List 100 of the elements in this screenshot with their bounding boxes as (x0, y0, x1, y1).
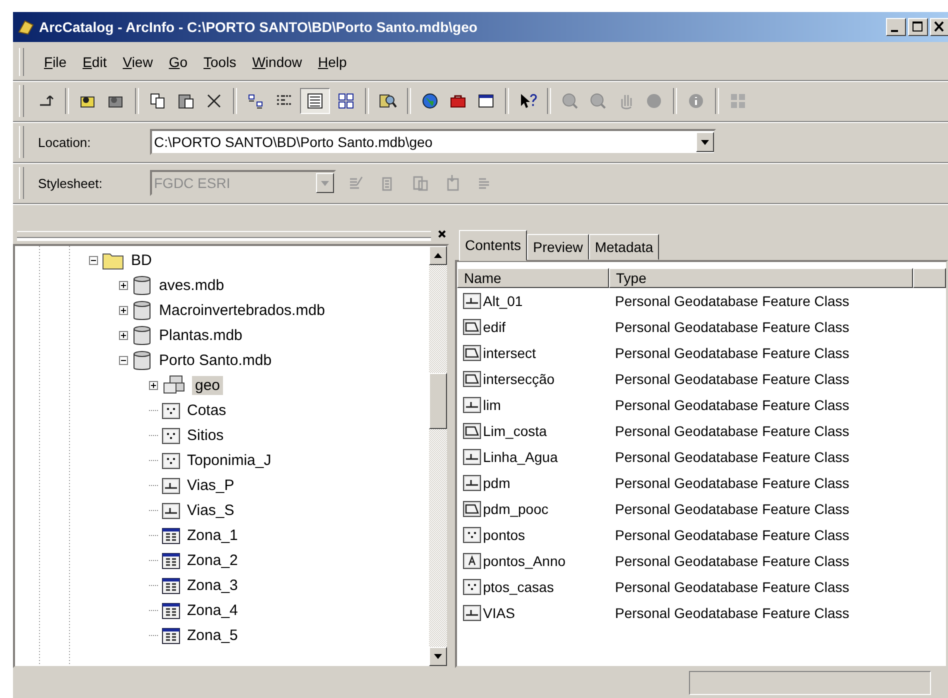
dropdown-button[interactable] (696, 132, 714, 152)
item-name[interactable]: pdm_pooc (483, 501, 548, 517)
tree-item[interactable]: Toponimia_J (184, 451, 274, 470)
menu-item[interactable]: Help (316, 52, 349, 72)
item-name[interactable]: Linha_Agua (483, 449, 558, 465)
minimize-icon[interactable] (886, 18, 906, 36)
tree-item[interactable]: Zona_5 (184, 626, 241, 645)
tree-item[interactable]: Zona_3 (184, 576, 241, 595)
item-name[interactable]: pontos_Anno (483, 553, 566, 569)
item-name[interactable]: intersect (483, 345, 536, 361)
table-icon (162, 578, 180, 594)
item-name[interactable]: edif (483, 319, 506, 335)
tree-item[interactable]: Vias_S (184, 501, 238, 520)
column-header[interactable] (913, 268, 946, 288)
location-combobox[interactable]: C:\PORTO SANTO\BD\Porto Santo.mdb\geo (150, 129, 716, 155)
item-name[interactable]: ptos_casas (483, 579, 554, 595)
table-cell: Personal Geodatabase Feature Class (615, 501, 850, 517)
polygon-layer-icon (463, 319, 481, 335)
scroll-up-icon (434, 253, 442, 258)
menu-item[interactable]: View (120, 52, 155, 72)
tree-item[interactable]: BD (128, 251, 155, 270)
maximize-icon[interactable] (908, 18, 928, 36)
table-cell: Personal Geodatabase Feature Class (615, 605, 850, 621)
table-cell: Personal Geodatabase Feature Class (615, 553, 850, 569)
info-icon[interactable] (686, 91, 706, 111)
item-name[interactable]: intersecção (483, 371, 555, 387)
line-layer-icon (463, 293, 481, 309)
database-icon (132, 324, 152, 346)
line-layer-icon (463, 475, 481, 491)
dropdown-button[interactable] (316, 173, 334, 193)
table-icon (162, 628, 180, 644)
item-name[interactable]: lim (483, 397, 501, 413)
table-cell: Personal Geodatabase Feature Class (615, 527, 850, 543)
point-layer-icon (162, 428, 180, 444)
column-header[interactable]: Type (609, 268, 913, 288)
table-icon (162, 552, 180, 568)
tree-item[interactable]: Plantas.mdb (156, 326, 246, 345)
app-logo-icon (17, 18, 35, 36)
item-name[interactable]: VIAS (483, 605, 515, 621)
tree-item[interactable]: geo (192, 376, 224, 395)
polygon-layer-icon (463, 423, 481, 439)
scroll-down-icon (434, 654, 442, 659)
line-layer-icon (463, 397, 481, 413)
scrollbar[interactable] (429, 246, 447, 666)
expand-toggle-icon[interactable] (119, 331, 128, 340)
item-name[interactable]: Lim_costa (483, 423, 547, 439)
expand-toggle-icon[interactable] (119, 281, 128, 290)
help-pointer-icon[interactable] (518, 91, 538, 111)
collapse-toggle-icon[interactable] (89, 256, 98, 265)
table-icon (162, 528, 180, 544)
database-icon (132, 300, 152, 322)
menu-item[interactable]: Window (250, 52, 304, 72)
point-layer-icon (463, 527, 481, 543)
point-layer-icon (463, 579, 481, 595)
table-icon (162, 602, 180, 618)
thumbnails-icon[interactable] (336, 91, 356, 111)
point-layer-icon (162, 402, 180, 418)
dropdown-arrow-icon (321, 180, 329, 186)
scroll-thumb[interactable] (429, 373, 447, 429)
menu-item[interactable]: Tools (202, 52, 238, 72)
column-header[interactable]: Name (457, 268, 609, 288)
polygon-layer-icon (463, 371, 481, 387)
details-view-icon[interactable] (305, 91, 325, 111)
tree-item[interactable]: aves.mdb (156, 276, 228, 295)
item-name[interactable]: Alt_01 (483, 293, 523, 309)
table-cell: Personal Geodatabase Feature Class (615, 397, 850, 413)
tab[interactable]: Contents (459, 230, 528, 261)
tree-item[interactable]: Macroinvertebrados.mdb (156, 301, 328, 320)
polygon-layer-icon (463, 501, 481, 517)
tree-item[interactable]: Vias_P (184, 476, 238, 495)
expand-toggle-icon[interactable] (119, 306, 128, 315)
tree-item[interactable]: Cotas (184, 401, 230, 420)
stylesheet-label: Stylesheet: (38, 176, 104, 190)
tree-item[interactable]: Zona_1 (184, 526, 241, 545)
line-layer-icon (463, 605, 481, 621)
polygon-layer-icon (463, 345, 481, 361)
tab[interactable]: Preview (527, 234, 589, 260)
expand-toggle-icon[interactable] (149, 381, 158, 390)
menu-item[interactable]: Go (166, 52, 190, 72)
menu-item[interactable]: Edit (80, 52, 109, 72)
line-layer-icon (162, 478, 180, 494)
item-name[interactable]: pontos (483, 527, 526, 543)
tree-item[interactable]: Zona_2 (184, 551, 241, 570)
tree-item[interactable]: Porto Santo.mdb (156, 351, 275, 370)
collapse-toggle-icon[interactable] (119, 356, 128, 365)
database-icon (132, 274, 152, 296)
table-cell: Personal Geodatabase Feature Class (615, 293, 850, 309)
close-icon[interactable] (930, 18, 948, 36)
folder-icon (102, 252, 124, 270)
dropdown-arrow-icon (701, 140, 709, 144)
table-cell: Personal Geodatabase Feature Class (615, 345, 850, 361)
tab[interactable]: Metadata (588, 234, 660, 260)
globe-icon[interactable] (420, 91, 440, 111)
location-field[interactable]: C:\PORTO SANTO\BD\Porto Santo.mdb\geo (152, 134, 696, 150)
menu-item[interactable]: File (42, 52, 69, 72)
line-layer-icon (162, 502, 180, 518)
item-name[interactable]: pdm (483, 475, 510, 491)
tree-item[interactable]: Sitios (184, 426, 227, 445)
tree-item[interactable]: Zona_4 (184, 601, 241, 620)
point-layer-icon (162, 452, 180, 468)
